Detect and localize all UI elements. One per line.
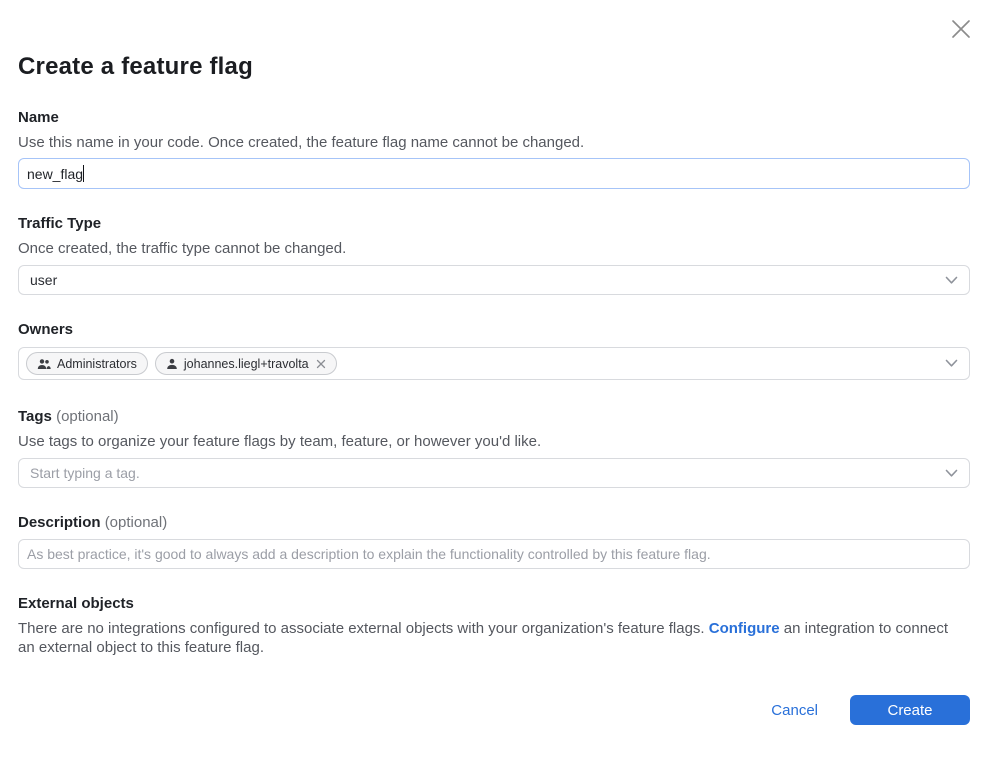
name-label: Name xyxy=(18,108,970,127)
close-button[interactable] xyxy=(948,16,974,42)
name-input-wrap xyxy=(18,158,970,189)
name-input[interactable] xyxy=(18,158,970,189)
owners-label: Owners xyxy=(18,320,970,339)
tags-label-text: Tags xyxy=(18,408,52,425)
external-objects-label: External objects xyxy=(18,594,970,613)
tags-optional-text: (optional) xyxy=(56,408,119,425)
person-icon xyxy=(166,358,178,370)
owner-chip-label: Administrators xyxy=(57,357,137,371)
create-feature-flag-dialog: Create a feature flag Name Use this name… xyxy=(0,0,988,763)
create-button[interactable]: Create xyxy=(850,695,970,725)
traffic-type-help-text: Once created, the traffic type cannot be… xyxy=(18,239,970,258)
chevron-down-icon xyxy=(945,276,958,285)
chevron-down-icon xyxy=(945,469,958,478)
owners-select[interactable]: Administrators johannes.liegl+travolta xyxy=(18,347,970,380)
external-objects-text: There are no integrations configured to … xyxy=(18,619,968,657)
description-input[interactable] xyxy=(18,539,970,569)
close-icon xyxy=(950,18,972,40)
dialog-footer: Cancel Create xyxy=(18,695,970,725)
owner-chip-label: johannes.liegl+travolta xyxy=(184,357,309,371)
traffic-type-select[interactable]: user xyxy=(18,265,970,295)
description-label: Description (optional) xyxy=(18,513,970,532)
cancel-button[interactable]: Cancel xyxy=(771,702,818,719)
chevron-down-icon xyxy=(945,359,958,368)
owner-chip-administrators[interactable]: Administrators xyxy=(26,352,148,375)
group-icon xyxy=(37,358,51,370)
dialog-title: Create a feature flag xyxy=(18,52,970,81)
owner-chip-user[interactable]: johannes.liegl+travolta xyxy=(155,352,337,375)
name-help-text: Use this name in your code. Once created… xyxy=(18,133,970,152)
text-caret xyxy=(83,165,84,182)
traffic-type-label: Traffic Type xyxy=(18,214,970,233)
tags-select[interactable] xyxy=(18,458,970,488)
traffic-type-value: user xyxy=(30,272,57,288)
remove-owner-icon[interactable] xyxy=(316,359,326,369)
description-input-wrap xyxy=(18,539,970,569)
external-objects-text-before: There are no integrations configured to … xyxy=(18,620,709,637)
description-optional-text: (optional) xyxy=(105,514,168,531)
configure-link[interactable]: Configure xyxy=(709,620,780,637)
description-label-text: Description xyxy=(18,514,101,531)
tags-label: Tags (optional) xyxy=(18,407,970,426)
tags-help-text: Use tags to organize your feature flags … xyxy=(18,432,970,451)
tags-input[interactable] xyxy=(30,465,945,481)
